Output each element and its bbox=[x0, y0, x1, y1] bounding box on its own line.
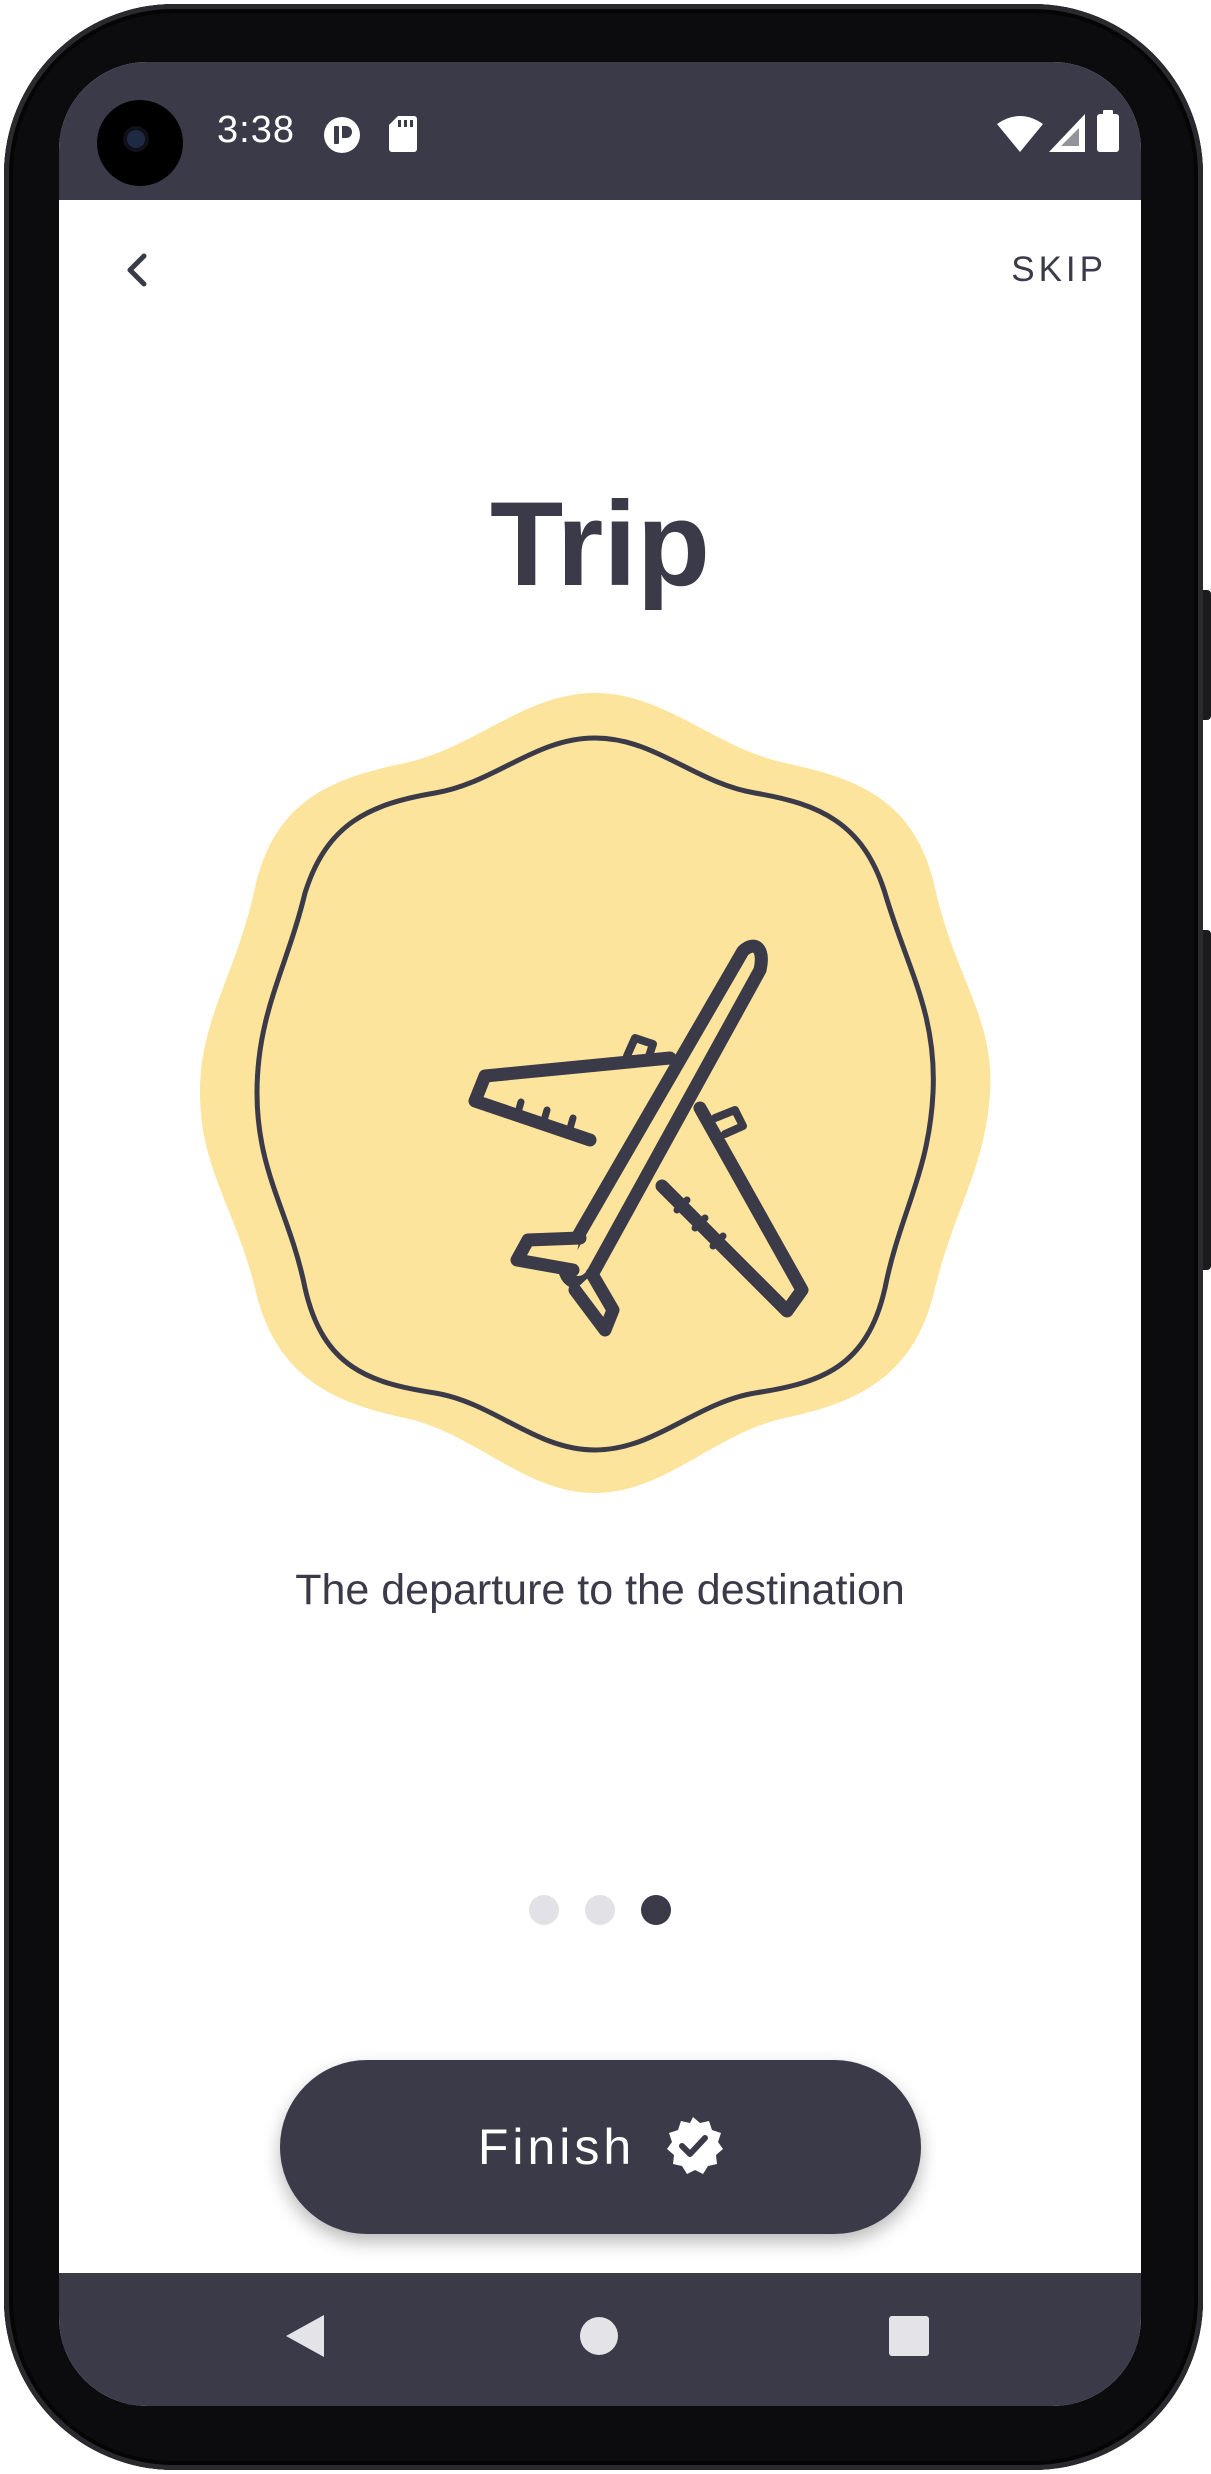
back-button[interactable] bbox=[103, 238, 171, 306]
chevron-left-icon bbox=[122, 250, 152, 295]
status-bar: 3:38 bbox=[59, 62, 1141, 200]
nav-home-button[interactable] bbox=[564, 2303, 634, 2373]
page-dot-3-active[interactable] bbox=[641, 1895, 671, 1925]
verified-check-icon bbox=[663, 2115, 724, 2180]
page-indicator bbox=[59, 1895, 1141, 1925]
home-circle-icon bbox=[578, 2315, 620, 2362]
wifi-icon bbox=[997, 116, 1043, 157]
page-title: Trip bbox=[489, 477, 711, 611]
app-notification-icon bbox=[323, 116, 361, 159]
finish-button[interactable]: Finish bbox=[280, 2060, 921, 2234]
sd-card-icon bbox=[389, 116, 417, 157]
phone-device: 3:38 SKIP Trip The departure to the dest… bbox=[0, 0, 1211, 2474]
status-time: 3:38 bbox=[217, 109, 295, 151]
screen: 3:38 SKIP Trip The departure to the dest… bbox=[59, 62, 1141, 2406]
back-triangle-icon bbox=[284, 2313, 326, 2364]
cell-signal-icon bbox=[1049, 114, 1085, 157]
badge-svg bbox=[200, 693, 991, 1493]
skip-button[interactable]: SKIP bbox=[1011, 246, 1107, 294]
finish-label: Finish bbox=[477, 2119, 636, 2175]
airplane-badge-illustration bbox=[195, 678, 995, 1508]
nav-recents-button[interactable] bbox=[874, 2303, 944, 2373]
side-button-upper bbox=[1203, 590, 1211, 720]
page-dot-1[interactable] bbox=[529, 1895, 559, 1925]
battery-icon bbox=[1097, 110, 1119, 157]
side-button-lower bbox=[1203, 930, 1211, 1270]
page-subtitle: The departure to the destination bbox=[295, 1566, 905, 1614]
front-camera bbox=[97, 100, 183, 186]
recents-square-icon bbox=[888, 2315, 930, 2362]
nav-back-button[interactable] bbox=[270, 2303, 340, 2373]
page-dot-2[interactable] bbox=[585, 1895, 615, 1925]
system-nav-bar bbox=[59, 2273, 1141, 2406]
